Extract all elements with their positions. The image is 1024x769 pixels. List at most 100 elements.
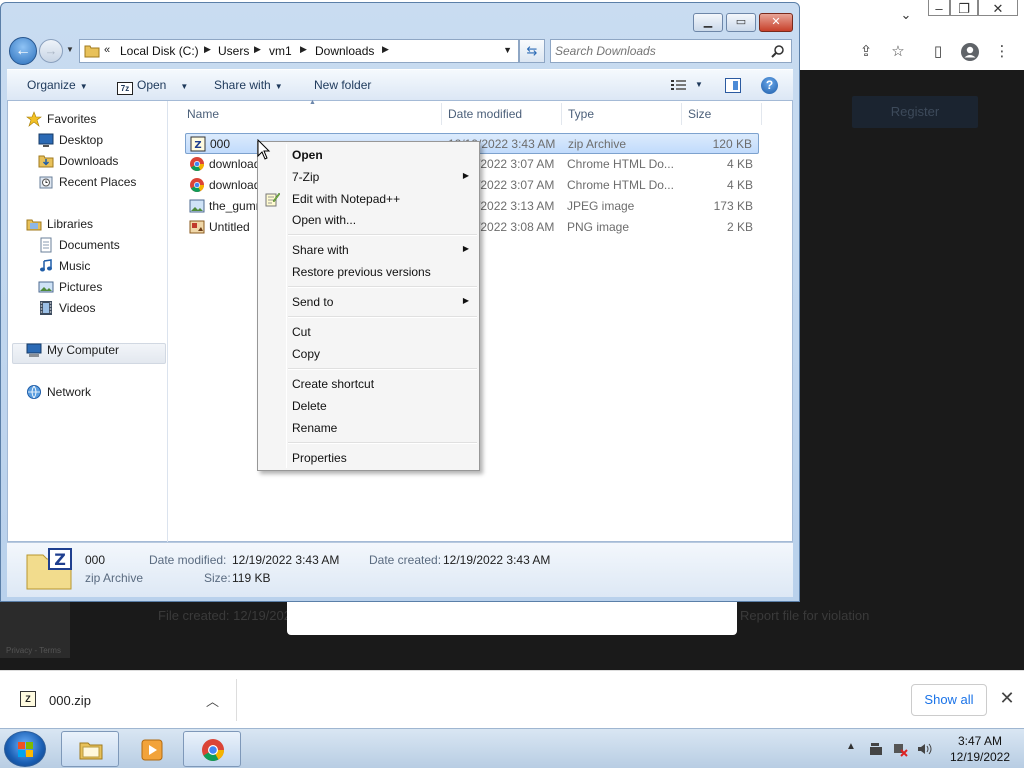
clock-date[interactable]: 12/19/2022: [940, 750, 1020, 764]
forward-button[interactable]: →: [39, 39, 63, 63]
chrome-close-button[interactable]: ✕: [978, 0, 1018, 16]
side-panel-icon[interactable]: ▯: [926, 40, 950, 64]
breadcrumb-arrow-icon[interactable]: ▶: [254, 44, 261, 55]
breadcrumb-downloads[interactable]: Downloads: [315, 44, 374, 58]
search-input[interactable]: [555, 43, 765, 59]
menu-item-open-with[interactable]: Open with...: [260, 209, 477, 231]
tab-search-chevron-icon[interactable]: ⌄: [896, 6, 916, 24]
taskbar-media-player-button[interactable]: [122, 731, 180, 767]
close-button[interactable]: ✕: [759, 13, 793, 32]
nav-label: Documents: [59, 238, 120, 252]
details-file-type: zip Archive: [85, 571, 144, 585]
menu-item-create-shortcut[interactable]: Create shortcut: [260, 373, 477, 395]
column-divider[interactable]: [561, 103, 562, 125]
command-bar: Organize ▼ 7z Open ▼ Share with ▼ New folder…: [7, 69, 793, 101]
file-name: 000: [210, 137, 231, 151]
register-button[interactable]: Register: [852, 96, 978, 128]
column-divider[interactable]: [761, 103, 762, 125]
taskbar-chrome-button[interactable]: [183, 731, 241, 767]
recent-pages-chevron-icon[interactable]: ▼: [66, 45, 74, 54]
chevron-up-icon[interactable]: ︿: [206, 691, 219, 710]
menu-item-share-with[interactable]: Share with ▶: [260, 239, 477, 261]
organize-button[interactable]: Organize ▼: [27, 78, 88, 92]
file-size: 2 KB: [726, 220, 753, 234]
sort-ascending-icon: ▲: [309, 99, 316, 106]
menu-label: Copy: [292, 347, 321, 361]
view-dropdown-arrow-icon[interactable]: ▼: [695, 80, 703, 89]
show-hidden-icons-icon[interactable]: ▲: [846, 741, 856, 752]
bookmark-star-icon[interactable]: ☆: [886, 40, 910, 64]
breadcrumb-overflow-icon[interactable]: «: [104, 44, 110, 56]
details-size-label: Size:: [204, 571, 231, 585]
network-icon: [27, 385, 41, 399]
column-header-date-modified[interactable]: Date modified: [448, 107, 522, 121]
svg-text:Z: Z: [54, 550, 66, 569]
chrome-restore-button[interactable]: ❐: [950, 0, 978, 16]
breadcrumb-local-disk[interactable]: Local Disk (C:): [120, 44, 199, 58]
preview-pane-icon[interactable]: [725, 78, 741, 93]
breadcrumb-vm1[interactable]: vm1: [269, 44, 292, 58]
action-center-icon[interactable]: [868, 741, 884, 757]
column-header-type[interactable]: Type: [568, 107, 594, 121]
chrome-minimize-button[interactable]: –: [928, 0, 950, 16]
menu-item-7zip[interactable]: 7-Zip ▶: [260, 166, 477, 188]
taskbar-explorer-button[interactable]: [61, 731, 119, 767]
chrome-menu-icon[interactable]: ⋮: [990, 40, 1014, 64]
minimize-button[interactable]: ▁: [693, 13, 723, 32]
maximize-button[interactable]: ▭: [726, 13, 756, 32]
nav-label: Downloads: [59, 154, 119, 168]
submenu-arrow-icon: ▶: [462, 171, 469, 180]
breadcrumb-users[interactable]: Users: [218, 44, 249, 58]
menu-item-delete[interactable]: Delete: [260, 395, 477, 417]
menu-item-send-to[interactable]: Send to ▶: [260, 291, 477, 313]
details-date-modified: 12/19/2022 3:43 AM: [232, 553, 340, 567]
menu-item-rename[interactable]: Rename: [260, 417, 477, 439]
recaptcha-terms: Privacy - Terms: [6, 646, 61, 655]
show-all-button[interactable]: Show all: [911, 684, 987, 716]
menu-label: Share with: [292, 243, 349, 257]
new-folder-button[interactable]: New folder: [314, 78, 371, 92]
open-button[interactable]: 7z Open ▼: [117, 78, 188, 95]
volume-icon[interactable]: [916, 741, 932, 757]
file-type: JPEG image: [567, 199, 635, 213]
network-disconnected-icon[interactable]: [892, 741, 908, 757]
column-header-size[interactable]: Size: [688, 107, 711, 121]
breadcrumb-arrow-icon[interactable]: ▶: [300, 44, 307, 55]
share-icon[interactable]: ⇪: [854, 40, 878, 64]
profile-avatar-icon[interactable]: [958, 40, 982, 64]
search-box[interactable]: [550, 39, 792, 63]
breadcrumb-arrow-icon[interactable]: ▶: [382, 44, 389, 55]
help-icon[interactable]: ?: [761, 77, 778, 94]
menu-item-restore-previous-versions[interactable]: Restore previous versions: [260, 261, 477, 283]
menu-separator: [288, 316, 477, 318]
column-divider[interactable]: [681, 103, 682, 125]
view-options-icon[interactable]: [671, 79, 687, 92]
menu-label: Send to: [292, 295, 334, 309]
downloads-bar: Z 000.zip ︿ Show all ✕: [0, 670, 1024, 728]
share-with-button[interactable]: Share with ▼: [214, 78, 283, 92]
report-file-link[interactable]: Report file for violation: [740, 608, 869, 623]
file-size: 173 KB: [713, 199, 753, 213]
column-header-name[interactable]: Name: [187, 107, 219, 121]
clock-time[interactable]: 3:47 AM: [940, 734, 1020, 748]
start-button[interactable]: [4, 731, 46, 767]
back-button[interactable]: ←: [9, 37, 37, 65]
share-with-label: Share with: [214, 78, 271, 92]
menu-item-open[interactable]: Open: [260, 144, 477, 166]
search-icon[interactable]: [771, 44, 785, 58]
folder-icon: [79, 742, 103, 760]
address-dropdown-icon[interactable]: ▼: [503, 45, 512, 55]
refresh-button[interactable]: ⇆: [519, 39, 545, 63]
breadcrumb-arrow-icon[interactable]: ▶: [204, 44, 211, 55]
menu-item-edit-notepad[interactable]: Edit with Notepad++: [260, 188, 477, 210]
column-divider[interactable]: [441, 103, 442, 125]
dropdown-arrow-icon[interactable]: ▼: [180, 82, 188, 91]
taskbar: ▲ 3:47 AM 12/19/2022: [0, 728, 1024, 768]
menu-item-cut[interactable]: Cut: [260, 321, 477, 343]
media-player-icon: [141, 739, 163, 761]
menu-item-properties[interactable]: Properties: [260, 447, 477, 469]
close-downloads-bar-icon[interactable]: ✕: [997, 688, 1017, 709]
details-date-created-label: Date created:: [369, 553, 442, 567]
menu-item-copy[interactable]: Copy: [260, 343, 477, 365]
address-bar[interactable]: « Local Disk (C:) ▶ Users ▶ vm1 ▶ Downlo…: [79, 39, 519, 63]
